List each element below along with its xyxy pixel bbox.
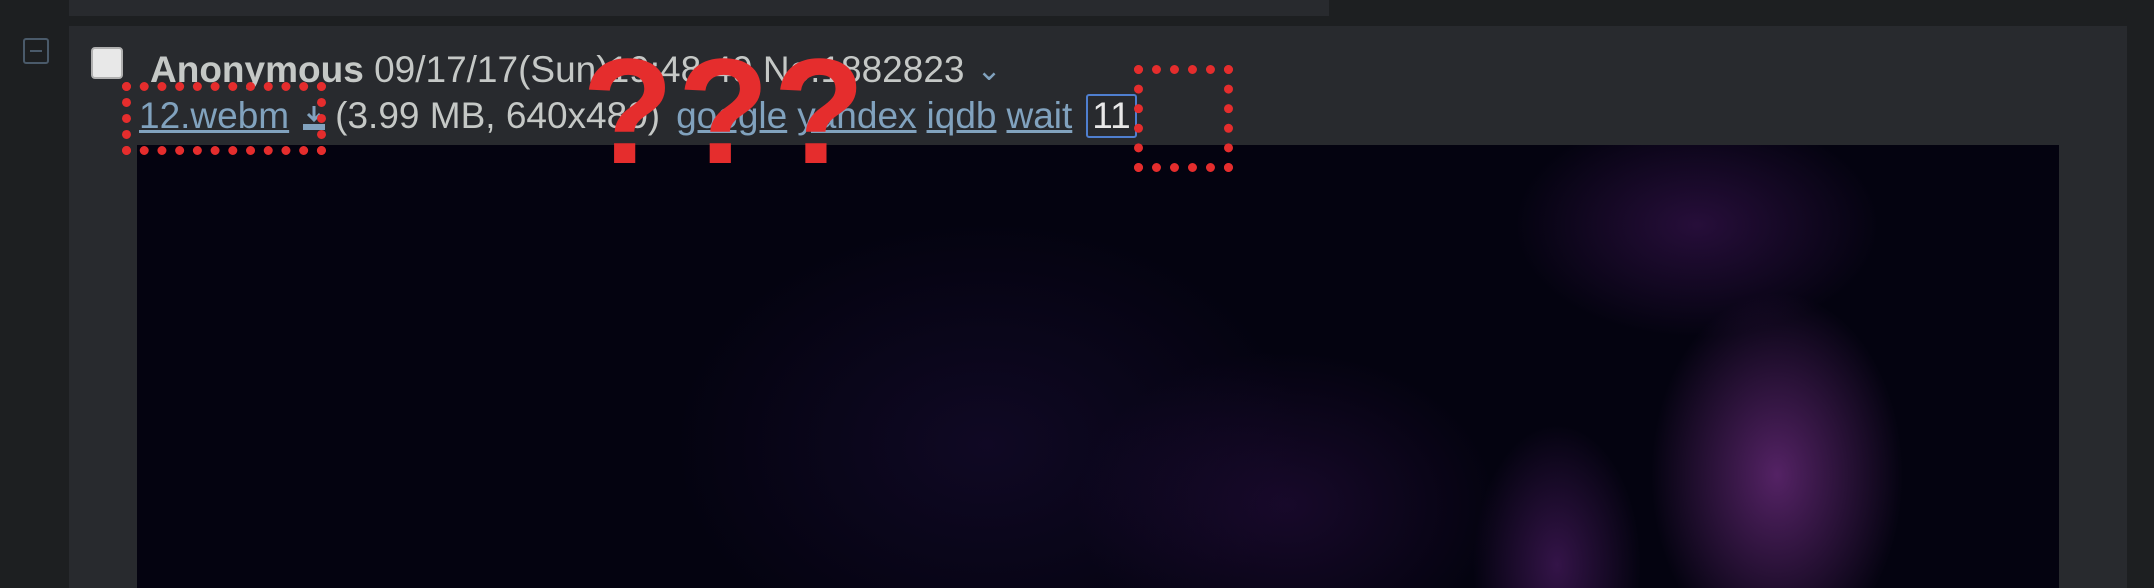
collapse-post-icon[interactable] xyxy=(23,38,49,64)
video-thumbnail[interactable] xyxy=(137,145,2059,588)
previous-post-container xyxy=(69,0,1329,16)
reply-counter-badge[interactable]: 11 xyxy=(1086,94,1137,138)
annotation-box-filename xyxy=(122,82,326,155)
annotation-box-counter xyxy=(1134,65,1233,172)
annotation-question-marks: ??? xyxy=(582,27,869,195)
chevron-down-icon[interactable]: ⌄ xyxy=(977,47,1002,95)
minus-bar xyxy=(30,50,42,52)
search-link-iqdb[interactable]: iqdb xyxy=(927,95,997,136)
search-link-wait[interactable]: wait xyxy=(1006,95,1072,136)
post-select-checkbox[interactable] xyxy=(91,47,123,79)
thread-page: Anonymous 09/17/17(Sun)19:48:49 No.18828… xyxy=(0,0,2154,588)
